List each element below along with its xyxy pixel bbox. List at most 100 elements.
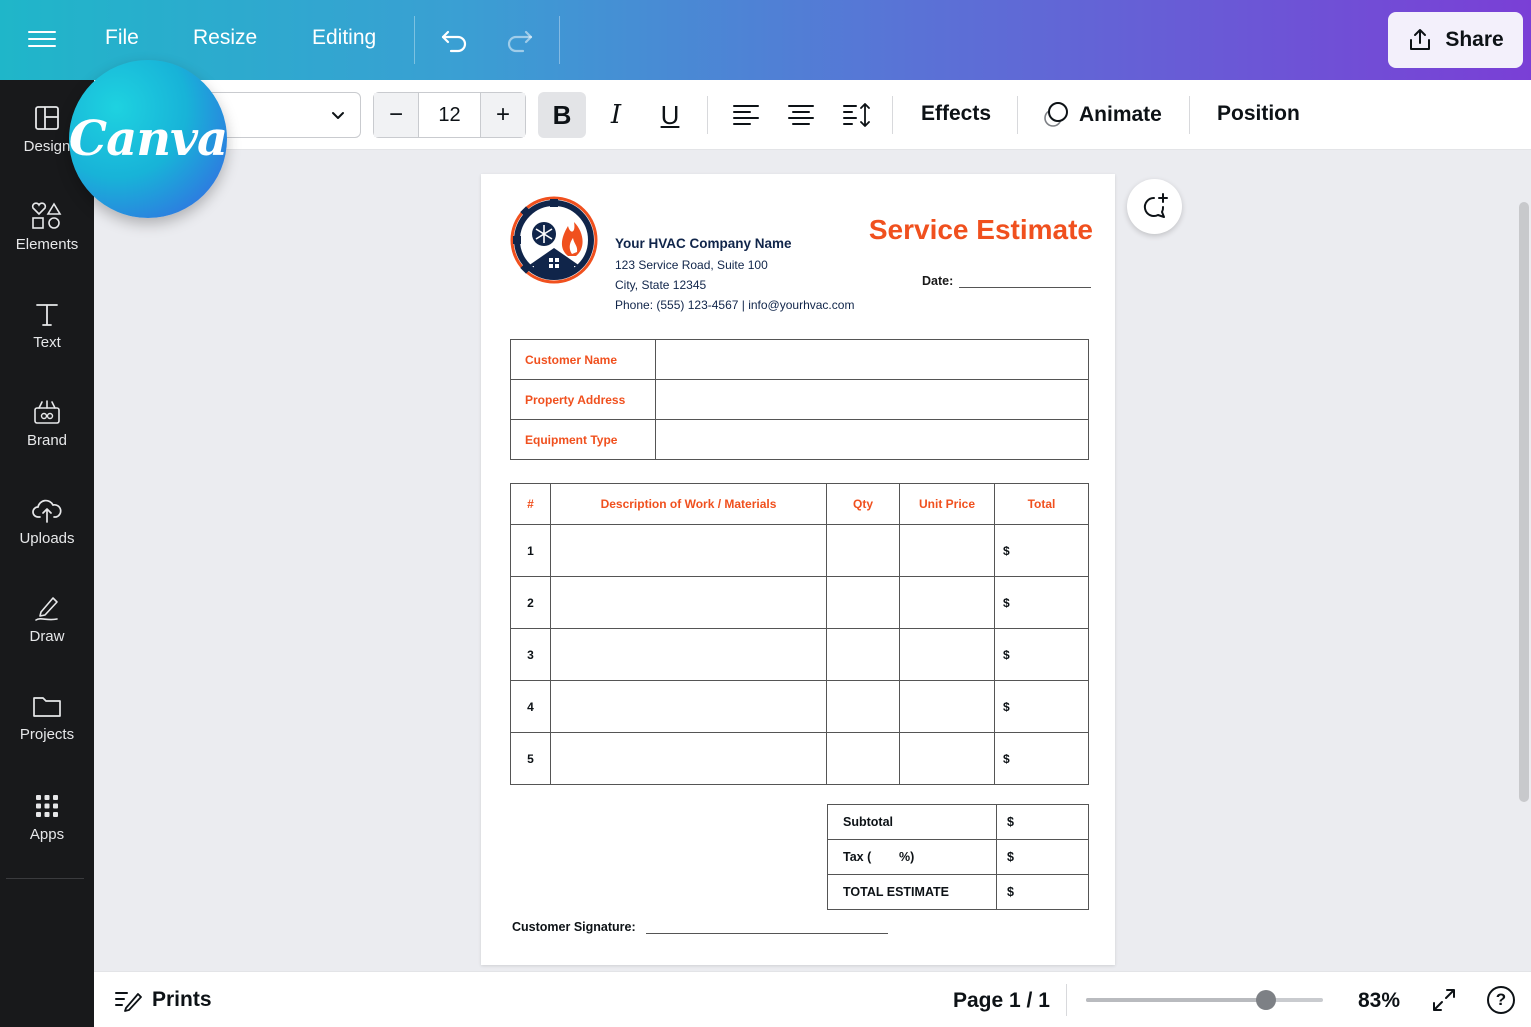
company-info: Your HVAC Company Name 123 Service Road,…	[615, 234, 854, 315]
info-label: Property Address	[510, 379, 656, 420]
table-row: Equipment Type	[510, 419, 1089, 460]
pen-icon	[35, 597, 58, 621]
sidebar-item-apps[interactable]: Apps	[0, 792, 94, 872]
qty-cell	[826, 628, 900, 681]
zoom-slider[interactable]	[1086, 990, 1323, 1010]
effects-button[interactable]: Effects	[921, 102, 991, 126]
sidebar-item-label: Elements	[15, 236, 79, 253]
company-address-line1: 123 Service Road, Suite 100	[615, 258, 768, 272]
increase-font-size-button[interactable]: +	[481, 93, 525, 137]
zoom-level[interactable]: 83%	[1358, 989, 1400, 1013]
summary-label: Subtotal	[827, 804, 997, 840]
bottombar-divider	[1066, 984, 1067, 1016]
sidebar-item-brand[interactable]: Brand	[0, 398, 94, 478]
table-row: Property Address	[510, 379, 1089, 420]
sidebar-item-text[interactable]: Text	[0, 300, 94, 380]
sidebar-item-label: Apps	[29, 826, 65, 843]
help-button[interactable]: ?	[1487, 986, 1515, 1014]
notes-label: Prints	[152, 988, 212, 1011]
toolbar-divider	[1017, 96, 1018, 134]
table-row: TOTAL ESTIMATE $	[827, 874, 1089, 910]
signature-line	[645, 920, 888, 934]
underline-button[interactable]: U	[646, 92, 694, 138]
zoom-slider-thumb[interactable]	[1256, 990, 1277, 1010]
sidebar-divider	[6, 878, 84, 879]
info-label: Customer Name	[510, 339, 656, 380]
notes-icon	[115, 992, 142, 1012]
canva-logo: Canva	[69, 60, 228, 218]
page-indicator[interactable]: Page 1 / 1	[953, 989, 1050, 1013]
fullscreen-icon[interactable]	[1430, 986, 1458, 1014]
undo-icon[interactable]	[439, 24, 471, 56]
font-family-select[interactable]	[204, 92, 361, 138]
share-label: Share	[1445, 28, 1504, 51]
sidebar-item-label: Draw	[29, 628, 65, 645]
sidebar-item-label: Brand	[26, 432, 68, 449]
date-field: Date:	[922, 274, 1092, 288]
qty-cell	[826, 576, 900, 629]
sidebar: Design Elements Text Brand Uploads Draw …	[0, 80, 94, 1027]
canvas-scrollbar[interactable]	[1519, 202, 1529, 802]
toolbar-divider	[1189, 96, 1190, 134]
qty-cell	[826, 524, 900, 577]
notes-button[interactable]: Prints	[114, 988, 212, 1012]
summary-value: $	[996, 874, 1089, 910]
document-page[interactable]: Your HVAC Company Name 123 Service Road,…	[481, 174, 1115, 965]
description-cell	[550, 524, 827, 577]
info-label: Equipment Type	[510, 419, 656, 460]
unit-price-cell	[899, 576, 995, 629]
font-size-input[interactable]: 12	[418, 93, 481, 137]
sidebar-item-draw[interactable]: Draw	[0, 594, 94, 674]
description-cell	[550, 732, 827, 785]
italic-button[interactable]: I	[592, 92, 640, 138]
table-header-row: # Description of Work / Materials Qty Un…	[510, 483, 1089, 525]
sidebar-item-label: Projects	[19, 726, 75, 743]
share-button[interactable]: Share	[1388, 12, 1523, 68]
table-row: Tax ( %) $	[827, 839, 1089, 875]
redo-icon[interactable]	[503, 24, 535, 56]
info-value	[655, 339, 1089, 380]
hvac-logo-icon	[510, 196, 598, 284]
file-menu[interactable]: File	[105, 26, 139, 50]
qty-cell	[826, 680, 900, 733]
resize-menu[interactable]: Resize	[193, 26, 257, 50]
sidebar-item-label: Design	[23, 138, 71, 155]
decrease-font-size-button[interactable]: −	[374, 93, 418, 137]
row-number: 2	[510, 576, 551, 629]
sidebar-item-uploads[interactable]: Uploads	[0, 496, 94, 576]
table-row: Customer Name	[510, 339, 1089, 380]
column-header: Qty	[826, 483, 900, 525]
bold-button[interactable]: B	[538, 92, 586, 138]
brand-icon	[34, 400, 60, 424]
row-number: 4	[510, 680, 551, 733]
signature-field: Customer Signature:	[512, 920, 888, 934]
sidebar-item-projects[interactable]: Projects	[0, 692, 94, 772]
align-left-icon[interactable]	[732, 102, 760, 128]
text-icon	[36, 304, 58, 326]
shapes-icon	[31, 202, 62, 229]
animate-button[interactable]: Animate	[1041, 100, 1162, 130]
column-header: #	[510, 483, 551, 525]
company-address-line2: City, State 12345	[615, 278, 707, 292]
work-items-table: # Description of Work / Materials Qty Un…	[510, 483, 1089, 785]
line-spacing-icon[interactable]	[842, 102, 870, 128]
column-header: Description of Work / Materials	[550, 483, 827, 525]
layout-icon	[35, 106, 59, 130]
add-comment-button[interactable]	[1127, 179, 1182, 234]
column-header: Total	[994, 483, 1089, 525]
folder-icon	[33, 697, 61, 717]
position-button[interactable]: Position	[1217, 102, 1300, 126]
table-row: 1 $	[510, 524, 1089, 577]
unit-price-cell	[899, 680, 995, 733]
total-cell: $	[994, 732, 1089, 785]
summary-table: Subtotal $ Tax ( %) $ TOTAL ESTIMATE $	[827, 804, 1089, 910]
row-number: 1	[510, 524, 551, 577]
info-value	[655, 379, 1089, 420]
grid-icon	[36, 795, 58, 817]
editing-menu[interactable]: Editing	[312, 26, 376, 50]
align-center-icon[interactable]	[787, 102, 815, 128]
hamburger-menu-icon[interactable]	[28, 26, 56, 54]
sidebar-item-elements[interactable]: Elements	[0, 202, 94, 282]
font-size-stepper[interactable]: − 12 +	[373, 92, 526, 138]
description-cell	[550, 628, 827, 681]
